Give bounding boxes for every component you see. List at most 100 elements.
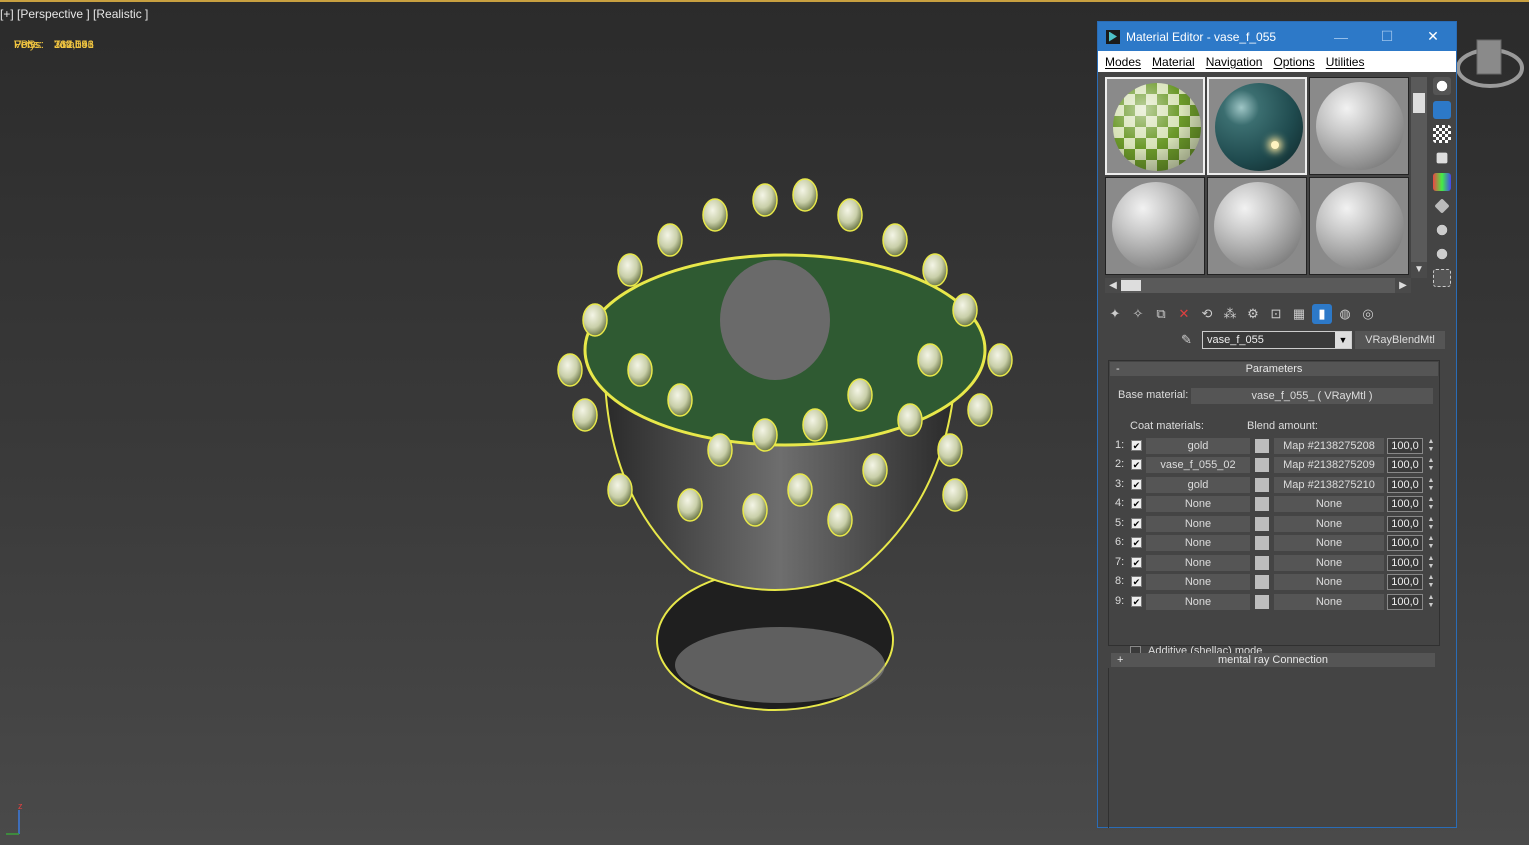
coat-enable-checkbox[interactable]: ✔ [1131,459,1142,470]
blend-amount-field[interactable]: 100,0 [1387,438,1423,454]
spinner-icon[interactable]: ▲ ▼ [1426,496,1436,512]
blend-color-swatch[interactable] [1255,478,1269,492]
material-type-button[interactable]: VRayBlendMtl [1355,331,1445,349]
scroll-right-icon[interactable]: ▶ [1395,278,1411,293]
viewport-label[interactable]: [+] [Perspective ] [Realistic ] [0,7,148,21]
spinner-icon[interactable]: ▲ ▼ [1426,516,1436,532]
spinner-icon[interactable]: ▲ ▼ [1426,555,1436,571]
sample-slot-5[interactable] [1207,177,1307,275]
blend-color-swatch[interactable] [1255,536,1269,550]
get-material-icon[interactable]: ✦ [1105,304,1125,324]
show-map-in-viewport-icon[interactable]: ▦ [1289,304,1309,324]
base-material-button[interactable]: vase_f_055_ ( VRayMtl ) [1191,388,1433,404]
coat-material-button[interactable]: gold [1146,438,1250,454]
blend-color-swatch[interactable] [1255,556,1269,570]
blend-map-button[interactable]: Map #2138275208 [1274,438,1384,454]
reset-map-icon[interactable]: ✕ [1174,304,1194,324]
blend-color-swatch[interactable] [1255,439,1269,453]
blend-map-button[interactable]: Map #2138275209 [1274,457,1384,473]
blend-amount-field[interactable]: 100,0 [1387,477,1423,493]
sample-slot-2[interactable] [1207,77,1307,175]
material-id-channel-icon[interactable]: ⊡ [1266,304,1286,324]
coat-enable-checkbox[interactable]: ✔ [1131,596,1142,607]
slots-horizontal-scrollbar[interactable]: ◀ ▶ [1105,278,1411,293]
spinner-icon[interactable]: ▲ ▼ [1426,438,1436,454]
background-icon[interactable] [1433,125,1451,143]
options-icon[interactable] [1433,221,1451,239]
uv-tiling-icon[interactable] [1436,152,1448,164]
blend-amount-field[interactable]: 100,0 [1387,555,1423,571]
spinner-icon[interactable]: ▲ ▼ [1426,594,1436,610]
spinner-icon[interactable]: ▲ ▼ [1426,457,1436,473]
menu-modes[interactable]: Modes [1105,55,1141,69]
sample-slot-4[interactable] [1105,177,1205,275]
show-end-result-icon[interactable]: ▮ [1312,304,1332,324]
blend-amount-field[interactable]: 100,0 [1387,457,1423,473]
blend-color-swatch[interactable] [1255,517,1269,531]
menu-utilities[interactable]: Utilities [1326,55,1365,69]
parameters-rollout-header[interactable]: - Parameters [1110,362,1438,376]
slots-vertical-scrollbar[interactable]: ▼ [1411,77,1427,278]
select-by-material-icon[interactable] [1433,245,1451,263]
make-preview-icon[interactable] [1434,198,1450,214]
blend-map-button[interactable]: None [1274,574,1384,590]
blend-color-swatch[interactable] [1255,595,1269,609]
blend-map-button[interactable]: None [1274,496,1384,512]
minimize-button[interactable]: — [1318,22,1364,51]
go-forward-to-sibling-icon[interactable]: ◎ [1358,304,1378,324]
blend-amount-field[interactable]: 100,0 [1387,535,1423,551]
material-editor-titlebar[interactable]: Material Editor - vase_f_055 — ☐ ✕ [1098,22,1456,51]
put-to-library-icon[interactable]: ⚙ [1243,304,1263,324]
scroll-left-icon[interactable]: ◀ [1105,278,1121,293]
coat-enable-checkbox[interactable]: ✔ [1131,576,1142,587]
coat-enable-checkbox[interactable]: ✔ [1131,537,1142,548]
coat-enable-checkbox[interactable]: ✔ [1131,498,1142,509]
blend-map-button[interactable]: Map #2138275210 [1274,477,1384,493]
coat-material-button[interactable]: None [1146,516,1250,532]
maximize-button[interactable]: ☐ [1364,22,1410,51]
sample-slot-3[interactable] [1309,77,1409,175]
coat-material-button[interactable]: vase_f_055_02 [1146,457,1250,473]
material-name-field[interactable]: vase_f_055 ▼ [1202,331,1352,349]
put-to-scene-icon[interactable]: ✧ [1128,304,1148,324]
sample-slot-6[interactable] [1309,177,1409,275]
sample-type-icon[interactable] [1433,77,1451,95]
viewcube-icon[interactable] [1455,36,1529,106]
coat-enable-checkbox[interactable]: ✔ [1131,479,1142,490]
coat-material-button[interactable]: None [1146,594,1250,610]
coat-enable-checkbox[interactable]: ✔ [1131,518,1142,529]
blend-amount-field[interactable]: 100,0 [1387,516,1423,532]
scroll-thumb[interactable] [1413,93,1425,113]
mental-ray-rollout-header[interactable]: + mental ray Connection [1111,653,1435,667]
blend-color-swatch[interactable] [1255,575,1269,589]
pick-material-eyedropper-icon[interactable]: ✎ [1181,331,1197,349]
menu-options[interactable]: Options [1273,55,1314,69]
copy-material-icon[interactable]: ⟲ [1197,304,1217,324]
coat-material-button[interactable]: gold [1146,477,1250,493]
coat-enable-checkbox[interactable]: ✔ [1131,557,1142,568]
spinner-icon[interactable]: ▲ ▼ [1426,574,1436,590]
coat-material-button[interactable]: None [1146,496,1250,512]
go-to-parent-icon[interactable]: ◍ [1335,304,1355,324]
blend-map-button[interactable]: None [1274,555,1384,571]
blend-color-swatch[interactable] [1255,458,1269,472]
coat-enable-checkbox[interactable]: ✔ [1131,440,1142,451]
blend-color-swatch[interactable] [1255,497,1269,511]
blend-amount-field[interactable]: 100,0 [1387,496,1423,512]
assign-to-selection-icon[interactable]: ⧉ [1151,304,1171,324]
menu-navigation[interactable]: Navigation [1206,55,1263,69]
coat-material-button[interactable]: None [1146,535,1250,551]
make-unique-icon[interactable]: ⁂ [1220,304,1240,324]
vase-flowers-model[interactable] [540,170,1040,730]
blend-amount-field[interactable]: 100,0 [1387,594,1423,610]
blend-map-button[interactable]: None [1274,516,1384,532]
blend-map-button[interactable]: None [1274,535,1384,551]
blend-amount-field[interactable]: 100,0 [1387,574,1423,590]
blend-map-button[interactable]: None [1274,594,1384,610]
video-color-check-icon[interactable] [1433,173,1451,191]
sample-slot-1[interactable] [1105,77,1205,175]
coat-material-button[interactable]: None [1146,574,1250,590]
backlight-icon[interactable] [1433,101,1451,119]
scroll-thumb[interactable] [1121,280,1141,291]
material-editor-window[interactable]: Material Editor - vase_f_055 — ☐ ✕ Modes… [1097,21,1457,828]
